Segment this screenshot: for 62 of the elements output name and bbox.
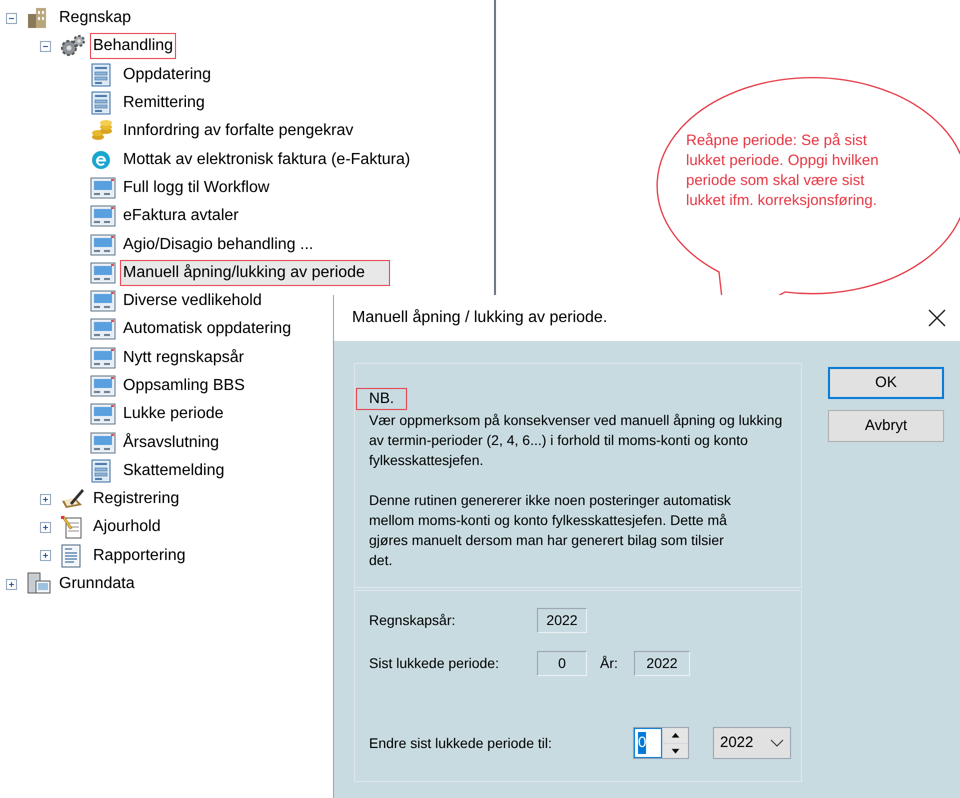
tree-item[interactable]: Nytt regnskapsår <box>120 344 247 371</box>
dialog-title: Manuell åpning / lukking av periode. <box>352 308 608 328</box>
close-icon[interactable] <box>928 309 946 327</box>
chevron-down-icon <box>770 739 784 747</box>
window-icon <box>90 375 116 397</box>
tree-item[interactable]: Behandling <box>90 33 176 60</box>
dialog-button[interactable]: Avbryt <box>828 410 944 442</box>
tree-item[interactable]: Full logg til Workflow <box>120 174 272 201</box>
tree-item[interactable]: Rapportering <box>90 542 188 569</box>
period-spinner[interactable]: 0 <box>633 727 689 759</box>
tree-item[interactable]: Lukke periode <box>120 401 227 428</box>
notice-heading: NB. <box>356 388 408 410</box>
tree-item[interactable]: Årsavslutning <box>120 430 222 456</box>
report-icon <box>60 544 82 568</box>
tree-item[interactable]: Oppdatering <box>120 62 214 88</box>
window-icon <box>90 176 116 199</box>
field-label: År: <box>600 654 619 672</box>
window-icon <box>90 403 116 426</box>
year-field: 2022 <box>537 608 587 632</box>
field-label: Regnskapsår: <box>369 610 456 630</box>
window-icon <box>90 346 116 369</box>
window-icon <box>90 432 116 454</box>
form-icon <box>90 62 112 87</box>
tree-item[interactable]: Mottak av elektronisk faktura (e-Faktura) <box>120 146 414 173</box>
notice-paragraph: Vær oppmerksom på konsekvenser ved manuell åpning og lukking av termin-perioder (2, 4, 6...) i forhold til moms-konti og konto fylkesskattesjefen. <box>369 411 784 470</box>
form-icon <box>90 458 112 483</box>
notepad-icon <box>60 515 84 540</box>
period-field: 0 <box>537 650 587 676</box>
form-icon <box>90 91 112 116</box>
window-icon <box>90 262 116 284</box>
collapse-icon[interactable] <box>40 40 51 52</box>
tree-item[interactable]: Agio/Disagio behandling ... <box>120 232 316 258</box>
tree-item[interactable]: Innfordring av forfalte pengekrav <box>120 118 356 144</box>
tree-item[interactable]: Manuell åpning/lukking av periode <box>120 260 390 286</box>
gears-icon <box>60 34 86 58</box>
window-icon <box>90 318 116 340</box>
dialog-button[interactable]: OK <box>828 367 944 399</box>
expand-icon[interactable] <box>40 522 51 533</box>
year-dropdown[interactable]: 2022 <box>713 727 791 759</box>
notice-paragraph: Denne rutinen genererer ikke noen posteringer automatisk mellom moms-konti og konto fylkesskattesjefen. Dette må gjøres manuelt dersom man har generert bilag som tilsier det. <box>369 491 732 570</box>
field-label: Endre sist lukkede periode til: <box>369 734 553 753</box>
tree-item[interactable]: Remittering <box>120 90 208 116</box>
tree-item[interactable]: Regnskap <box>56 5 134 32</box>
tree-item[interactable]: Grunndata <box>56 571 138 598</box>
window-icon <box>90 205 116 228</box>
tree-item[interactable]: Diverse vedlikehold <box>120 288 265 314</box>
year-field: 2022 <box>634 650 690 676</box>
expand-icon[interactable] <box>40 494 51 505</box>
callout-text: Reåpne periode: Se på sist lukket periode. Oppgi hvilken periode som skal være sist lukket ifm. korreksjonsføring. <box>686 131 880 211</box>
tree-item[interactable]: Skattemelding <box>120 458 228 484</box>
expand-icon[interactable] <box>40 550 51 562</box>
expand-icon[interactable] <box>6 578 17 590</box>
e-circle-icon <box>90 148 112 171</box>
tree-item[interactable]: eFaktura avtaler <box>120 203 242 230</box>
tree-item[interactable]: Oppsamling BBS <box>120 373 248 399</box>
field-label: Sist lukkede periode: <box>369 654 500 673</box>
tree-item[interactable]: Ajourhold <box>90 514 164 540</box>
tree-item[interactable]: Automatisk oppdatering <box>120 316 294 342</box>
tree-item[interactable]: Registrering <box>90 486 182 512</box>
window-icon <box>90 290 116 312</box>
collapse-icon[interactable] <box>6 12 17 24</box>
window-icon <box>90 234 116 256</box>
